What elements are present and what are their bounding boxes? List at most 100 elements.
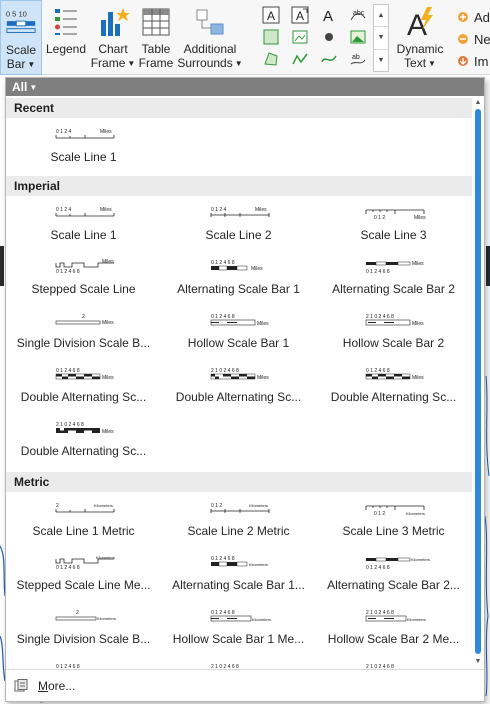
scrollbar-thumb[interactable] <box>475 109 481 654</box>
import-icon <box>458 56 468 66</box>
picture-icon[interactable] <box>343 26 372 48</box>
scroll-down-icon[interactable]: ▼ <box>472 656 484 668</box>
new-item-label: Ne <box>474 31 490 47</box>
hollow-bar-preview: 0 1 2 4 6 8 Kilometers <box>210 610 270 622</box>
chart-frame-button[interactable]: Chart Frame ▼ <box>90 0 136 75</box>
svg-text:Miles: Miles <box>102 259 114 265</box>
gallery-item-hollow-scale-bar-1[interactable]: 0 1 2 4 6 8 Miles Hollow Scale Bar 1 <box>161 310 316 364</box>
rectangle-icon[interactable] <box>256 26 285 48</box>
scroll-up-icon[interactable]: ▲ <box>472 97 484 109</box>
import-item-button[interactable]: Im <box>455 50 490 72</box>
svg-text:0 1 2 4 6 8: 0 1 2 4 6 8 <box>211 556 235 562</box>
svg-text:Kilometers: Kilometers <box>407 617 426 622</box>
gallery-item-hollow-scale-bar-2[interactable]: 2 1 0 2 4 6 8 Miles Hollow Scale Bar 2 <box>316 310 471 364</box>
gallery-scroll[interactable]: ▲ ▼ ▼ <box>373 4 389 72</box>
item-name: Double Alternating Sc... <box>175 390 302 404</box>
point-icon[interactable] <box>314 26 343 48</box>
alternating-bar-preview: 0 1 2 4 6 8 Kilometers <box>210 556 267 567</box>
gallery-item-scale-line-2-metric[interactable]: 0 1 2 Kilometers Scale Line 2 Metric <box>161 498 316 552</box>
svg-text:Kilometers: Kilometers <box>249 503 268 508</box>
gallery-item-double-alternating-2[interactable]: 2 1 0 2 4 6 8 Miles Double Alternating Sc… <box>161 364 316 418</box>
item-name: Hollow Scale Bar 2 <box>342 336 445 350</box>
gallery-item-double-alternating-4[interactable]: 2 1 0 2 4 6 8 Miles Double Alternating Sc… <box>6 418 161 472</box>
item-name: Double Alternating Sc... <box>330 390 457 404</box>
gallery-item-hollow-scale-bar-1-metric[interactable]: 0 1 2 4 6 8 Kilometers Hollow Scale Bar 1… <box>161 606 316 660</box>
hollow-bar-preview: 0 1 2 4 6 8 Miles <box>210 314 269 327</box>
legend-button[interactable]: Legend <box>43 0 89 75</box>
svg-text:A: A <box>323 8 333 24</box>
svg-text:0 1 2 4 6 8: 0 1 2 4 6 8 <box>56 269 80 275</box>
gallery-item-stepped-scale-line[interactable]: Miles 0 1 2 4 6 8 Stepped Scale Line <box>6 256 161 310</box>
scale-bar-gallery-panel: All ▼ Recent 0 1 2 4 Miles Scale Line 1 Im… <box>5 77 485 702</box>
polygon-icon[interactable] <box>256 48 285 70</box>
gallery-item-double-alternating-1[interactable]: 0 1 2 4 6 8 Miles Double Alternating Sc..… <box>6 364 161 418</box>
gallery-item-scale-line-3[interactable]: 0 1 2 Miles Scale Line 3 <box>316 202 471 256</box>
gallery-item-scale-line-1-metric[interactable]: 2 Kilometers Scale Line 1 Metric <box>6 498 161 552</box>
dynamic-text-button[interactable]: A Dynamic Text ▼ <box>392 0 448 75</box>
surrounds-label-2: Surrounds <box>177 56 233 70</box>
scale-line-preview: 0 1 2 4 Miles <box>210 207 269 217</box>
import-item-label: Im <box>474 53 489 69</box>
gallery-item-double-alternating-metric-1[interactable]: 0 1 2 4 6 8 <box>6 660 161 669</box>
new-icon <box>458 34 468 44</box>
add-item-button[interactable]: Ad <box>455 6 490 28</box>
gallery-item-single-division-scale-bar[interactable]: 2 Miles Single Division Scale B... <box>6 310 161 364</box>
polyline-icon[interactable] <box>285 48 314 70</box>
gallery-item-recent-scale-line-1[interactable]: 0 1 2 4 Miles Scale Line 1 <box>6 124 161 178</box>
curve-icon[interactable] <box>314 48 343 70</box>
chevron-down-icon: ▼ <box>234 59 243 68</box>
item-name: Alternating Scale Bar 2 <box>332 282 455 296</box>
picture-frame-icon[interactable] <box>285 26 314 48</box>
item-name: Alternating Scale Bar 2... <box>327 578 460 592</box>
gallery-item-stepped-scale-line-metric[interactable]: Kilometers 0 1 2 4 6 8 Stepped Scale Line… <box>6 552 161 606</box>
more-button[interactable]: More... <box>6 669 484 701</box>
gallery-item-alternating-scale-bar-1-metric[interactable]: 0 1 2 4 6 8 Kilometers Alternating Scale … <box>161 552 316 606</box>
hollow-bar-preview: 2 1 0 2 4 6 8 Kilometers <box>365 610 426 622</box>
text-symbol-icon[interactable]: A <box>314 4 343 26</box>
scale-line-preview: 0 1 2 4 Miles <box>55 129 114 139</box>
gallery-item-alternating-scale-bar-2-metric[interactable]: Kilometers 0 1 2 4 6 8 Alternating Scale … <box>316 552 471 606</box>
gallery-item-double-alternating-metric-3[interactable]: 2 1 0 2 4 6 8 <box>316 660 471 669</box>
scroll-up-icon[interactable]: ▲ <box>374 5 388 28</box>
text-along-line-icon[interactable]: ab <box>343 48 372 70</box>
item-name: Scale Line 1 Metric <box>32 524 135 538</box>
gallery-item-alternating-scale-bar-2[interactable]: Miles 0 1 2 4 6 8 Alternating Scale Bar 2 <box>316 256 471 310</box>
gallery-item-double-alternating-metric-2[interactable]: 2 1 0 2 4 6 8 <box>161 660 316 669</box>
scale-line-preview: 0 1 2 Miles <box>365 209 426 221</box>
double-alternating-preview: 0 1 2 4 6 8 Miles <box>55 368 114 381</box>
svg-text:Miles: Miles <box>102 429 114 435</box>
svg-text:0 1 2 4: 0 1 2 4 <box>211 207 227 213</box>
new-item-button[interactable]: Ne <box>455 28 490 50</box>
text-a-icon[interactable]: A <box>256 4 285 26</box>
section-recent: Recent <box>6 98 472 118</box>
scale-bar-button[interactable]: 0 5 10 Scale Bar ▼ <box>0 0 42 75</box>
item-name: Double Alternating Sc... <box>20 390 147 404</box>
svg-text:Kilometers: Kilometers <box>96 555 115 560</box>
section-title: Imperial <box>14 179 61 193</box>
scale-bar-label-1: Scale <box>5 43 37 57</box>
table-frame-button[interactable]: Table Frame <box>137 0 175 75</box>
callout-a-icon[interactable]: A <box>285 4 314 26</box>
scroll-down-icon[interactable]: ▼ <box>374 27 388 50</box>
gallery-item-scale-line-3-metric[interactable]: 0 1 2 Kilometers Scale Line 3 Metric <box>316 498 471 552</box>
item-name: Scale Line 1 <box>50 228 117 242</box>
svg-text:2 1 0 2 4 6 8: 2 1 0 2 4 6 8 <box>366 610 394 616</box>
gallery-item-hollow-scale-bar-2-metric[interactable]: 2 1 0 2 4 6 8 Kilometers Hollow Scale Bar… <box>316 606 471 660</box>
gallery-expand-icon[interactable]: ▼ <box>374 50 388 71</box>
svg-text:0 1 2 4: 0 1 2 4 <box>56 207 72 213</box>
gallery-item-single-division-metric[interactable]: 2 Kilometers Single Division Scale B... <box>6 606 161 660</box>
curved-text-icon[interactable]: abc <box>343 4 372 26</box>
gallery-item-alternating-scale-bar-1[interactable]: 0 1 2 4 6 8 Miles Alternating Scale Bar 1 <box>161 256 316 310</box>
gallery-item-scale-line-2[interactable]: 0 1 2 4 Miles Scale Line 2 <box>161 202 316 256</box>
gallery-content: Recent 0 1 2 4 Miles Scale Line 1 Imperia… <box>6 96 472 669</box>
svg-text:0 1 2 4 6 8: 0 1 2 4 6 8 <box>56 565 80 571</box>
svg-text:0 1 2 4 6 8: 0 1 2 4 6 8 <box>56 368 80 374</box>
additional-surrounds-button[interactable]: Additional Surrounds ▼ <box>177 0 243 75</box>
category-filter[interactable]: All ▼ <box>6 78 484 96</box>
item-name: Stepped Scale Line Me... <box>16 578 151 592</box>
gallery-item-scale-line-1[interactable]: 0 1 2 4 Miles Scale Line 1 <box>6 202 161 256</box>
gallery-scrollbar[interactable]: ▲ ▼ <box>472 96 484 669</box>
svg-text:0 1 2 4 6 8: 0 1 2 4 6 8 <box>211 260 235 266</box>
gallery-item-double-alternating-3[interactable]: 0 1 2 4 6 8 Miles Double Alternating Sc..… <box>316 364 471 418</box>
table-frame-icon <box>139 5 173 39</box>
